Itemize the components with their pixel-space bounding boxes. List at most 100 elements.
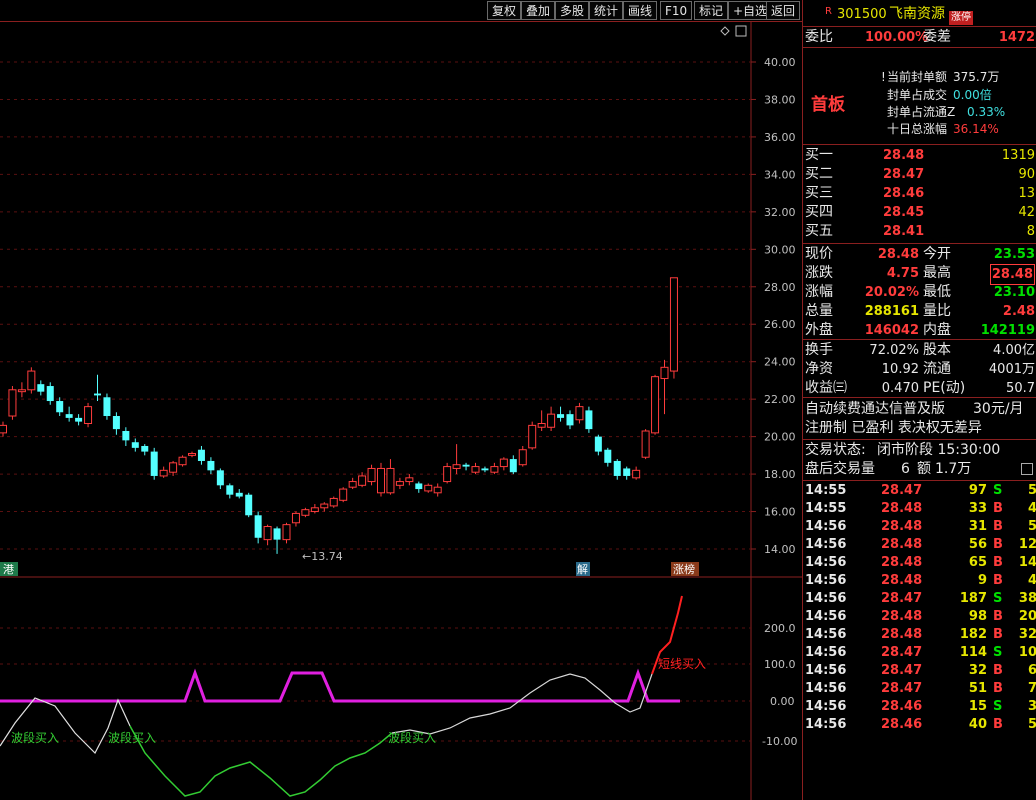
candle-body bbox=[75, 417, 83, 422]
diamond-icon[interactable] bbox=[720, 26, 730, 36]
company-value: 72.02% bbox=[869, 343, 919, 358]
candle-body bbox=[518, 449, 527, 466]
stat-value: 288161 bbox=[864, 304, 919, 319]
hk-connect-label: 港 bbox=[3, 563, 14, 576]
unlock-label: 解 bbox=[577, 562, 588, 576]
tick-time: 14:55 bbox=[805, 483, 847, 498]
tick-row: 14:55 28.48 33 B 4 bbox=[803, 500, 1036, 518]
candlestick-chart[interactable]: 40.00 38.00 36.00 34.00 32.00 30.00 28.00 26.00… bbox=[0, 22, 802, 578]
bid-row[interactable]: 买五 28.41 8 bbox=[803, 222, 1036, 241]
stat-value-2: 2.48 bbox=[1002, 304, 1035, 319]
candle-body bbox=[509, 459, 517, 473]
company-label: 净资 bbox=[805, 361, 833, 377]
window-icon[interactable] bbox=[735, 25, 747, 37]
bid-price: 28.48 bbox=[883, 148, 925, 163]
bid-row[interactable]: 买四 28.45 42 bbox=[803, 203, 1036, 222]
candle-body bbox=[443, 466, 452, 483]
tick-count: 14 bbox=[1018, 555, 1036, 570]
after-hours-row: 盘后交易量 6 额 1.7万 bbox=[803, 460, 1036, 479]
tick-side: B bbox=[993, 681, 1003, 696]
company-label-2: 流通 bbox=[923, 361, 951, 377]
status-value: 闭市阶段 15:30:00 bbox=[877, 442, 1001, 458]
bid-row[interactable]: 买三 28.46 13 bbox=[803, 184, 1036, 203]
tick-price: 28.48 bbox=[881, 519, 923, 534]
promo-price[interactable]: 30元/月 bbox=[973, 400, 1024, 419]
ranking-label: 涨榜 bbox=[673, 562, 695, 576]
stat-label-2: 内盘 bbox=[923, 322, 951, 338]
promo-text-2: 注册制 已盈利 表决权无差异 bbox=[805, 420, 982, 436]
promo-text-1[interactable]: 自动续费通达信普及版 bbox=[805, 400, 945, 419]
draw-line-button[interactable]: 画线 bbox=[623, 1, 658, 20]
tick-volume: 9 bbox=[977, 573, 987, 588]
tick-price: 28.46 bbox=[881, 699, 923, 714]
company-label-2: 股本 bbox=[923, 342, 951, 358]
price-axis: 40.00 38.00 36.00 34.00 32.00 30.00 28.00 26.00… bbox=[751, 56, 796, 556]
overlay-button[interactable]: 叠加 bbox=[521, 1, 556, 20]
candle-body bbox=[310, 507, 319, 513]
price-tick-label: 30.00 bbox=[764, 243, 796, 256]
tick-count: 32 bbox=[1018, 627, 1036, 642]
limit-up-badge: 涨停 bbox=[949, 11, 973, 25]
candle-body bbox=[329, 497, 338, 507]
tick-price: 28.48 bbox=[881, 627, 923, 642]
tick-volume: 56 bbox=[968, 537, 987, 552]
back-button[interactable]: 返回 bbox=[766, 1, 801, 20]
candle-body bbox=[94, 393, 101, 396]
tick-volume: 98 bbox=[968, 609, 987, 624]
tick-time: 14:56 bbox=[805, 663, 847, 678]
tick-price: 28.47 bbox=[881, 483, 923, 498]
company-label-2: PE(动) bbox=[923, 380, 966, 396]
tick-time: 14:56 bbox=[805, 555, 847, 570]
indicator-chart[interactable]: 200.0 100.0 0.00 -10.00 波段买入 波段买入 波段买入 短… bbox=[0, 578, 802, 800]
after-hours-amount: 1.7万 bbox=[935, 461, 972, 477]
candle-body bbox=[405, 477, 414, 483]
candle-body bbox=[207, 460, 215, 471]
tick-price: 28.48 bbox=[881, 573, 923, 588]
statistics-button[interactable]: 统计 bbox=[589, 1, 624, 20]
tick-row: 14:56 28.47 51 B 7 bbox=[803, 680, 1036, 698]
price-tick-label: 26.00 bbox=[764, 318, 796, 331]
candle-body bbox=[56, 401, 64, 413]
candle-body bbox=[594, 436, 602, 452]
promo-row-1[interactable]: 自动续费通达信普及版 30元/月 bbox=[803, 400, 1036, 419]
candle-body bbox=[632, 469, 641, 479]
f10-button[interactable]: F10 bbox=[660, 1, 693, 20]
weicha-value: 1472 bbox=[998, 30, 1035, 45]
tick-time: 14:55 bbox=[805, 501, 847, 516]
candle-body bbox=[641, 430, 650, 458]
price-tick-label: 16.00 bbox=[764, 506, 796, 519]
bid-row[interactable]: 买二 28.47 90 bbox=[803, 165, 1036, 184]
candle-body bbox=[424, 484, 433, 492]
seal-amount-value: 375.7万 bbox=[953, 70, 1000, 84]
stat-value: 4.75 bbox=[886, 266, 919, 281]
bid-volume: 90 bbox=[1018, 167, 1035, 182]
bid-row[interactable]: 买一 28.48 1319 bbox=[803, 146, 1036, 165]
company-label: 换手 bbox=[805, 342, 833, 358]
stock-name[interactable]: 飞南资源 bbox=[889, 5, 945, 24]
candle-body bbox=[197, 449, 205, 461]
candle-body bbox=[320, 503, 329, 509]
restore-rights-button[interactable]: 复权 bbox=[487, 1, 522, 20]
candle-body bbox=[84, 406, 93, 425]
tick-time: 14:56 bbox=[805, 519, 847, 534]
short-buy-label: 短线买入 bbox=[658, 657, 706, 671]
oscillator-gray bbox=[391, 673, 653, 735]
tick-side: B bbox=[993, 537, 1003, 552]
candle-body bbox=[8, 389, 17, 417]
tenday-row: 十日总涨幅 36.14% bbox=[803, 120, 1036, 139]
multi-stock-button[interactable]: 多股 bbox=[555, 1, 590, 20]
stat-label: 涨幅 bbox=[805, 284, 833, 300]
candle-body bbox=[348, 481, 357, 488]
tick-price: 28.48 bbox=[881, 555, 923, 570]
mark-button[interactable]: 标记 bbox=[694, 1, 729, 20]
bar-chart-icon[interactable] bbox=[1021, 463, 1033, 475]
oscillator-green bbox=[129, 725, 393, 797]
tick-row: 14:56 28.48 31 B 5 bbox=[803, 518, 1036, 536]
candle-body bbox=[0, 424, 7, 434]
trade-status-row: 交易状态: 闭市阶段 15:30:00 bbox=[803, 441, 1036, 460]
candle-body bbox=[159, 469, 168, 477]
tick-count: 6 bbox=[1027, 663, 1036, 678]
candle-body bbox=[216, 470, 224, 486]
stat-label-2: 最低 bbox=[923, 284, 951, 300]
candle-body bbox=[395, 481, 404, 486]
